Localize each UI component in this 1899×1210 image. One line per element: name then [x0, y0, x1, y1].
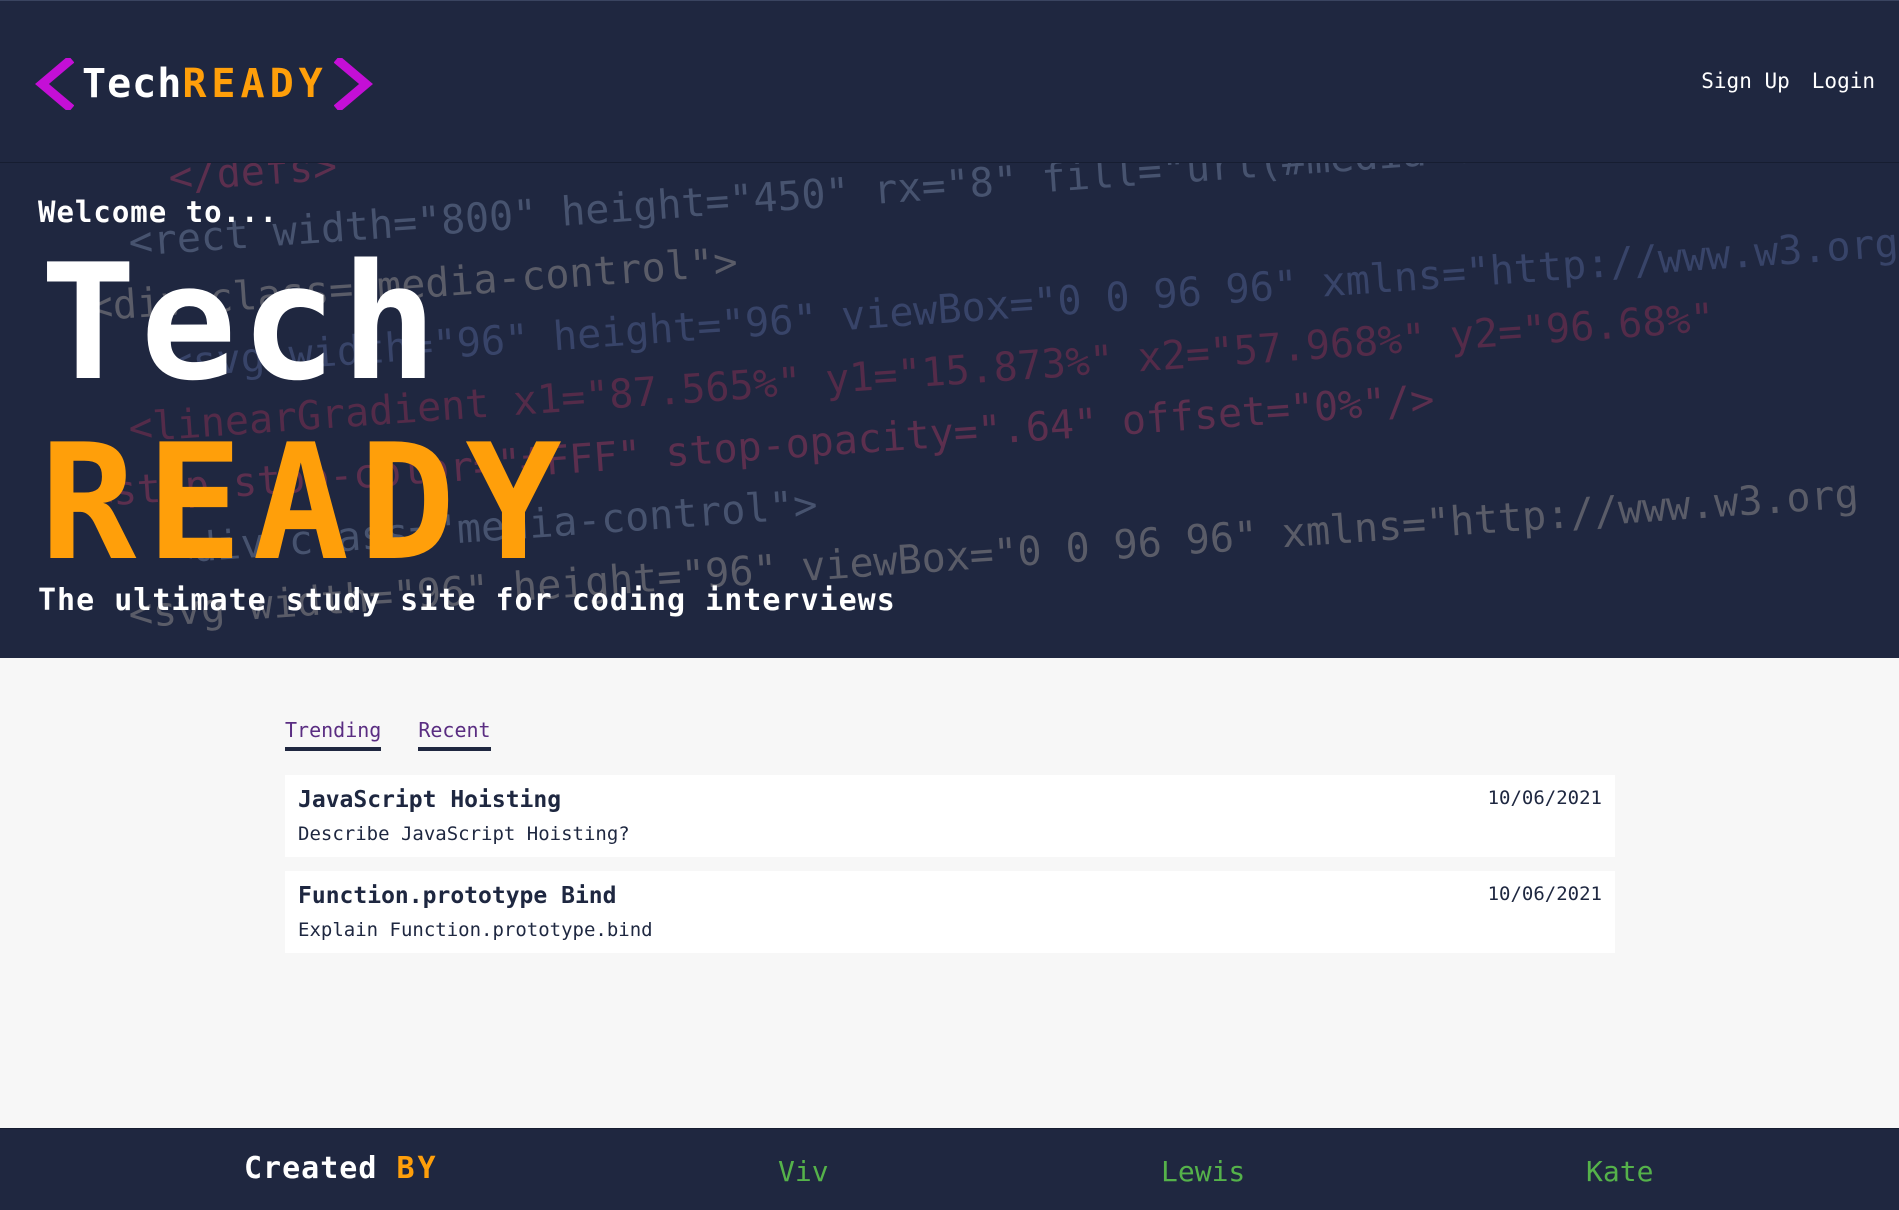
- footer: Created BY Viv Lewis Kate: [0, 1128, 1899, 1210]
- footer-by: BY: [396, 1151, 439, 1186]
- left-chevron-icon: [35, 58, 74, 110]
- post-description: Explain Function.prototype.bind: [298, 919, 653, 941]
- hero-banner: </defs> <rect width="800" height="450" rx…: [0, 163, 1899, 658]
- right-chevron-icon: [333, 58, 373, 110]
- logo-link[interactable]: TechREADY: [34, 58, 374, 110]
- navbar: TechREADY Sign Up Login: [0, 0, 1899, 163]
- post-tabs: Trending Recent: [285, 718, 491, 751]
- logo-text: TechREADY: [82, 58, 328, 110]
- footer-author-kate[interactable]: Kate: [1586, 1155, 1653, 1188]
- footer-author-lewis[interactable]: Lewis: [1161, 1155, 1245, 1188]
- post-description: Describe JavaScript Hoisting?: [298, 823, 630, 845]
- post-date: 10/06/2021: [1487, 883, 1602, 905]
- hero-tagline: The ultimate study site for coding inter…: [38, 583, 896, 618]
- tab-recent[interactable]: Recent: [418, 718, 491, 751]
- logo-ready: READY: [182, 61, 328, 107]
- login-link[interactable]: Login: [1812, 69, 1875, 93]
- post-card[interactable]: Function.prototype Bind Explain Function…: [285, 871, 1615, 953]
- post-list: JavaScript Hoisting Describe JavaScript …: [285, 775, 1615, 967]
- footer-author-viv[interactable]: Viv: [778, 1155, 829, 1188]
- logo-tech: Tech: [82, 61, 183, 107]
- post-title[interactable]: Function.prototype Bind: [298, 883, 617, 909]
- post-card[interactable]: JavaScript Hoisting Describe JavaScript …: [285, 775, 1615, 857]
- footer-created-by: Created BY: [244, 1151, 439, 1186]
- hero-title-ready: READY: [40, 409, 572, 596]
- nav-links: Sign Up Login: [1701, 69, 1875, 93]
- hero-title-tech: Tech: [40, 229, 442, 416]
- tab-trending[interactable]: Trending: [285, 718, 382, 751]
- post-title[interactable]: JavaScript Hoisting: [298, 787, 561, 813]
- post-date: 10/06/2021: [1487, 787, 1602, 809]
- footer-created: Created: [244, 1151, 378, 1186]
- hero-welcome: Welcome to...: [38, 195, 278, 229]
- sign-up-link[interactable]: Sign Up: [1701, 69, 1790, 93]
